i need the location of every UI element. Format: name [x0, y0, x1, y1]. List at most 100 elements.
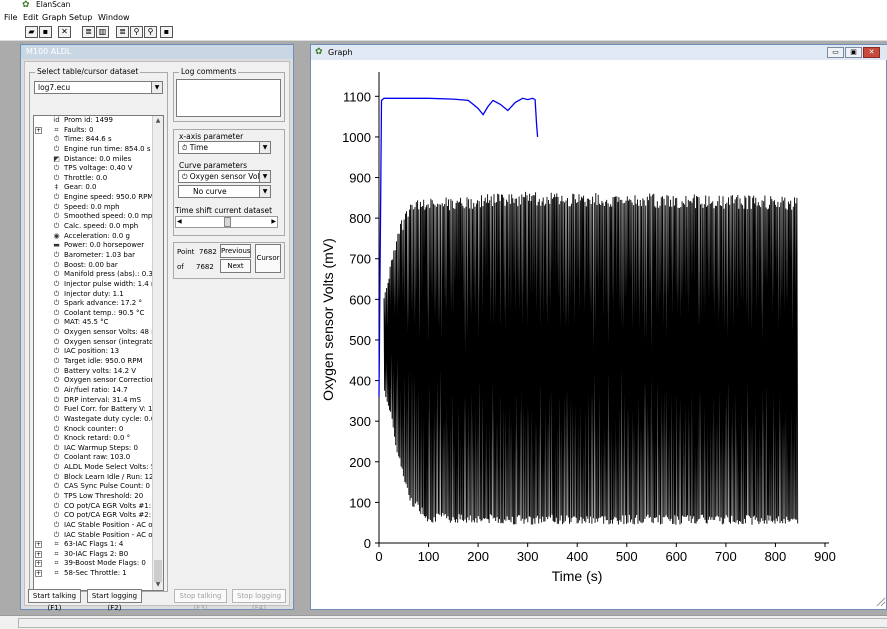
previous-button[interactable]: Previous — [220, 244, 251, 258]
tree-item[interactable]: ⏻ IAC Stable Position - AC on: 37 — [34, 531, 163, 541]
table-view-icon[interactable]: ▥ — [96, 26, 109, 38]
tree-item[interactable]: ⏻ Engine run time: 854.0 s — [34, 145, 154, 155]
zoom-options-icon[interactable]: ⚲ — [144, 26, 157, 38]
tree-item[interactable]: ⏻ IAC Warmup Steps: 0 — [34, 444, 154, 454]
sensor-icon: ⏻ — [53, 453, 60, 462]
tree-item[interactable]: ⏻ Block Learn Idle / Run: 124 — [34, 473, 158, 483]
menu-setup[interactable]: Setup — [69, 12, 92, 23]
menu-edit[interactable]: Edit — [23, 12, 39, 23]
export-disk-icon[interactable]: ▪ — [160, 26, 173, 38]
tree-item[interactable]: ▬ Power: 0.0 horsepower — [34, 241, 154, 251]
expand-icon[interactable]: + — [35, 541, 42, 549]
slider-right-icon[interactable]: ▶ — [271, 217, 276, 227]
expand-icon[interactable]: + — [35, 570, 42, 578]
parameter-tree[interactable]: id Prom id: 1499 + ⌗ Faults: 0 ⏱ Time: 844.6 s… — [33, 115, 164, 591]
scrollbar-thumb[interactable] — [154, 560, 162, 582]
tree-item[interactable]: ⏻ CO pot/CA EGR Volts #1: 0.00 V — [34, 502, 163, 512]
list-view-icon[interactable]: ≣ — [82, 26, 95, 38]
scroll-up-icon[interactable]: ▲ — [153, 116, 163, 126]
tree-item[interactable]: ⏻ CO pot/CA EGR Volts #2: 1.20 V — [34, 511, 163, 521]
tree-item[interactable]: ⏻ Knock retard: 0.0 ° — [34, 434, 154, 444]
xaxis-select[interactable]: ⏱ Time ▼ — [178, 141, 271, 154]
cursor-button[interactable]: Cursor — [255, 244, 281, 273]
graph-window-titlebar[interactable]: ✿ Graph ▭ ▣ ✕ — [311, 45, 887, 60]
scroll-down-icon[interactable]: ▼ — [153, 580, 163, 590]
open-folder-icon[interactable]: ▰ — [25, 26, 38, 38]
slider-left-icon[interactable]: ◀ — [177, 217, 182, 227]
tree-item[interactable]: ◉ Acceleration: 0.0 g — [34, 232, 154, 242]
tree-item[interactable]: ⏻ Target idle: 950.0 RPM — [34, 357, 154, 367]
aldl-window-title[interactable]: M100 ALDL — [21, 45, 293, 59]
tree-item[interactable]: ⏻ Barometer: 1.03 bar — [34, 251, 154, 261]
dataset-select[interactable]: log7.ecu ▼ — [34, 81, 163, 94]
tree-item[interactable]: ◩ Distance: 0.0 miles — [34, 155, 154, 165]
stop-talking-button[interactable]: Stop talking (F3) — [174, 589, 227, 612]
tree-item[interactable]: ⏱ Time: 844.6 s — [34, 135, 154, 145]
save-disk-icon[interactable]: ▪ — [39, 26, 52, 38]
chevron-down-icon[interactable]: ▼ — [151, 82, 162, 93]
graph-view-icon[interactable]: ≣ — [116, 26, 129, 38]
tree-item[interactable]: ⏻ Wastegate duty cycle: 0.0 — [34, 415, 156, 425]
tree-item[interactable]: ⏻ Air/fuel ratio: 14.7 — [34, 386, 154, 396]
tree-item[interactable]: ⏻ TPS Low Threshold: 20 — [34, 492, 154, 502]
restore-icon[interactable]: ▣ — [845, 47, 862, 58]
next-button[interactable]: Next — [220, 259, 251, 273]
start-talking-button[interactable]: Start talking (F1) — [28, 589, 81, 612]
tree-item[interactable]: ⏻ Calc. speed: 0.0 mph — [34, 222, 154, 232]
tree-item[interactable]: ⏻ Smoothed speed: 0.0 mph — [34, 212, 157, 222]
tree-item[interactable]: ⏻ ALDL Mode Select Volts: 5.0 V — [34, 463, 163, 473]
tree-item[interactable]: ⏻ CAS Sync Pulse Count: 0 — [34, 482, 154, 492]
tree-item[interactable]: + ⌗ 58-Sec Throttle: 1 — [34, 569, 154, 579]
tree-item[interactable]: ⏻ DRP interval: 31.4 mS — [34, 396, 154, 406]
tree-scrollbar[interactable]: ▲ ▼ — [152, 116, 163, 590]
close-icon[interactable]: ✕ — [863, 47, 880, 58]
expand-icon[interactable]: + — [35, 550, 42, 558]
zoom-icon[interactable]: ⚲ — [130, 26, 143, 38]
tree-item[interactable]: id Prom id: 1499 — [34, 116, 154, 126]
tree-item[interactable]: + ⌗ 63-IAC Flags 1: 4 — [34, 540, 154, 550]
chevron-down-icon[interactable]: ▼ — [259, 142, 270, 153]
tree-item[interactable]: ⏻ IAC Stable Position - AC off: 12 — [34, 521, 163, 531]
stop-logging-button[interactable]: Stop logging (F4) — [232, 589, 286, 612]
tree-item[interactable]: ⏻ Speed: 0.0 mph — [34, 203, 154, 213]
start-logging-button[interactable]: Start logging (F2) — [87, 589, 142, 612]
tree-item[interactable]: ⏻ Throttle: 0.0 — [34, 174, 154, 184]
tree-item[interactable]: ⏻ Boost: 0.00 bar — [34, 261, 154, 271]
tree-item[interactable]: ⏻ Coolant raw: 103.0 — [34, 453, 154, 463]
chevron-down-icon[interactable]: ▼ — [259, 186, 270, 197]
tree-item[interactable]: ⏻ Fuel Corr. for Battery V: 1.43 mS — [34, 405, 163, 415]
tree-item[interactable]: ⏻ Knock counter: 0 — [34, 425, 154, 435]
expand-icon[interactable]: + — [35, 126, 42, 134]
curve2-select[interactable]: No curve ▼ — [178, 185, 271, 198]
x-tick-label: 300 — [517, 549, 539, 564]
tree-item[interactable]: ‡ Gear: 0.0 — [34, 183, 154, 193]
slider-thumb[interactable] — [224, 217, 231, 227]
menu-window[interactable]: Window — [98, 12, 130, 23]
tree-item[interactable]: ⏻ MAT: 45.5 °C — [34, 318, 154, 328]
connect-icon[interactable]: ✕ — [58, 26, 71, 38]
tree-item[interactable]: ⏻ Spark advance: 17.2 ° — [34, 299, 154, 309]
time-shift-slider[interactable]: ◀ ▶ — [175, 216, 278, 228]
tree-item[interactable]: ⏻ Battery volts: 14.2 V — [34, 367, 154, 377]
tree-item[interactable]: ⏻ Engine speed: 950.0 RPM — [34, 193, 154, 203]
curve1-select[interactable]: ⏻ Oxygen sensor Volts ▼ — [178, 170, 271, 183]
menu-file[interactable]: File — [4, 12, 17, 23]
tree-item[interactable]: + ⌗ Faults: 0 — [34, 126, 154, 136]
tree-item[interactable]: ⏻ Oxygen sensor Correction: 127 — [34, 376, 163, 386]
tree-item[interactable]: + ⌗ 39-Boost Mode Flags: 0 — [34, 559, 154, 569]
tree-item[interactable]: ⏻ Manifold press (abs).: 0.33 bar — [34, 270, 163, 280]
tree-item[interactable]: ⏻ Oxygen sensor Volts: 48 mV — [34, 328, 163, 338]
tree-item[interactable]: ⏻ TPS voltage: 0.40 V — [34, 164, 154, 174]
oxygen-sensor-chart[interactable]: 0 100 200 300 400 500 600 700 800 900 0 100 200 300 40… — [311, 60, 887, 610]
tree-item[interactable]: ⏻ Injector duty: 1.1 — [34, 290, 154, 300]
tree-item[interactable]: ⏻ Injector pulse width: 1.4 mS — [34, 280, 163, 290]
expand-icon[interactable]: + — [35, 560, 42, 568]
tree-item[interactable]: ⏻ IAC position: 13 — [34, 347, 154, 357]
tree-item[interactable]: ⏻ Coolant temp.: 90.5 °C — [34, 309, 154, 319]
chevron-down-icon[interactable]: ▼ — [259, 171, 270, 182]
log-comments-textarea[interactable] — [176, 79, 281, 117]
tree-item[interactable]: ⏻ Oxygen sensor (integrator): 125 — [34, 338, 163, 348]
menu-graph[interactable]: Graph — [42, 12, 67, 23]
minimize-icon[interactable]: ▭ — [827, 47, 844, 58]
tree-item[interactable]: + ⌗ 30-IAC Flags 2: B0 — [34, 550, 154, 560]
